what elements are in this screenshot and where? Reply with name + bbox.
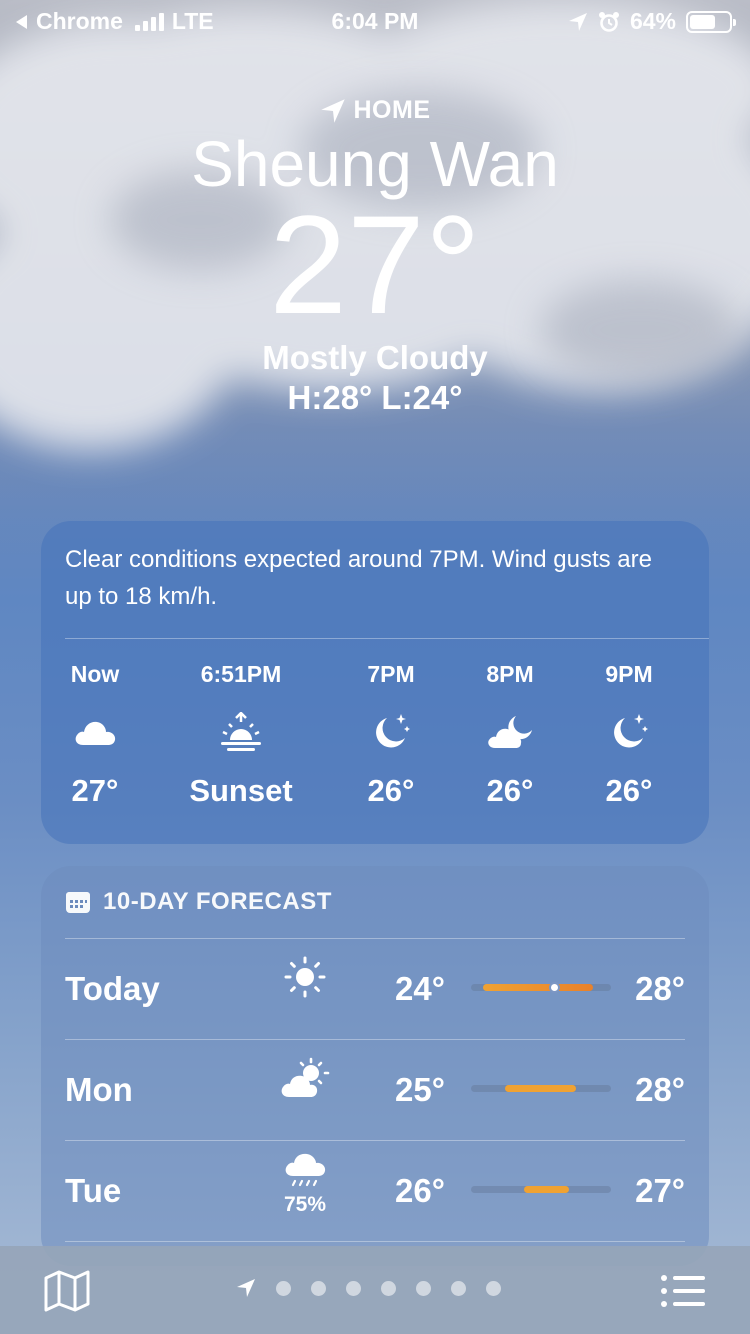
status-bar: Chrome LTE 6:04 PM 64% <box>0 0 750 42</box>
precipitation-chance: 75% <box>283 1193 327 1216</box>
hourly-item: 9PM 26° <box>569 661 689 809</box>
page-dot[interactable] <box>311 1280 326 1296</box>
ten-day-forecast-card[interactable]: 10-DAY FORECAST Today 24° 28° Mon 25° 28… <box>41 866 709 1266</box>
day-label: Mon <box>65 1071 133 1108</box>
battery-icon <box>686 10 736 33</box>
divider <box>65 638 709 639</box>
page-dot[interactable] <box>451 1280 466 1296</box>
current-temp-marker <box>549 982 560 993</box>
sun-icon <box>284 956 326 998</box>
hour-value: 26° <box>367 773 415 808</box>
bottom-toolbar <box>0 1246 750 1334</box>
current-weather-header: HOME Sheung Wan 27° Mostly Cloudy H:28° … <box>0 96 750 417</box>
list-icon <box>661 1275 705 1307</box>
high-temp: 27° <box>635 1172 685 1209</box>
forecast-header: 10-DAY FORECAST <box>65 888 332 916</box>
page-dot[interactable] <box>486 1280 501 1296</box>
location-label-text: HOME <box>353 96 431 124</box>
day-label: Today <box>65 970 160 1007</box>
hour-value: Sunset <box>189 773 293 808</box>
temp-range-bar <box>471 1186 611 1193</box>
divider <box>65 1140 685 1141</box>
temp-range-bar <box>471 1085 611 1092</box>
hourly-item: Now 27° <box>35 661 155 809</box>
high-temp: 28° <box>635 1071 685 1108</box>
moon-stars-icon <box>376 714 410 748</box>
location-arrow-icon <box>320 98 345 123</box>
low-temp: 26° <box>395 1172 445 1209</box>
hour-label: 8PM <box>486 661 534 687</box>
hourly-item: 8PM 26° <box>450 661 570 809</box>
location-arrow-icon <box>568 12 587 31</box>
hourly-forecast-card[interactable]: Clear conditions expected around 7PM. Wi… <box>41 521 709 844</box>
page-dot[interactable] <box>416 1280 431 1296</box>
forecast-row[interactable]: Tue 75% 26° 27° <box>65 1142 685 1242</box>
cloud-moon-icon <box>488 716 532 748</box>
forecast-row[interactable]: Today 24° 28° <box>65 940 685 1040</box>
battery-percent: 64% <box>629 8 676 34</box>
alarm-icon <box>598 11 619 32</box>
hour-value: 27° <box>71 773 119 808</box>
cloud-icon <box>75 721 116 745</box>
low-temp: 25° <box>395 1071 445 1108</box>
hour-label: 6:51PM <box>200 661 282 687</box>
forecast-title: 10-DAY FORECAST <box>103 888 332 915</box>
moon-stars-icon <box>614 714 648 748</box>
hour-value: 26° <box>486 773 534 808</box>
condition-text: Mostly Cloudy <box>262 339 488 377</box>
page-dot[interactable] <box>276 1280 291 1296</box>
temp-range-bar <box>471 982 611 993</box>
map-icon <box>44 1270 90 1312</box>
current-temperature: 27° <box>269 186 481 344</box>
page-dot[interactable] <box>346 1280 361 1296</box>
hourly-item: 7PM 26° <box>331 661 451 809</box>
forecast-row[interactable]: Mon 25° 28° <box>65 1041 685 1141</box>
divider <box>65 938 685 939</box>
divider <box>65 1241 685 1242</box>
location-list-button[interactable] <box>660 1274 706 1313</box>
sunset-icon <box>221 712 261 751</box>
current-location-icon <box>237 1279 255 1297</box>
cloud-rain-icon <box>285 1153 326 1187</box>
calendar-icon <box>66 892 90 913</box>
forecast-summary: Clear conditions expected around 7PM. Wi… <box>65 546 652 610</box>
low-temp: 24° <box>395 970 445 1007</box>
location-label: HOME <box>0 96 750 125</box>
hour-value: 26° <box>605 773 653 808</box>
page-dot[interactable] <box>381 1280 396 1296</box>
high-low-text: H:28° L:24° <box>287 379 463 417</box>
cloud-sun-icon <box>281 1057 330 1097</box>
day-label: Tue <box>65 1172 122 1209</box>
hourly-item: 6:51PM Sunset <box>181 661 301 809</box>
high-temp: 28° <box>635 970 685 1007</box>
page-indicator[interactable] <box>236 1278 501 1298</box>
hour-label: Now <box>70 661 120 687</box>
hour-label: 7PM <box>367 661 415 687</box>
divider <box>65 1039 685 1040</box>
map-button[interactable] <box>44 1270 90 1317</box>
hour-label: 9PM <box>605 661 653 687</box>
